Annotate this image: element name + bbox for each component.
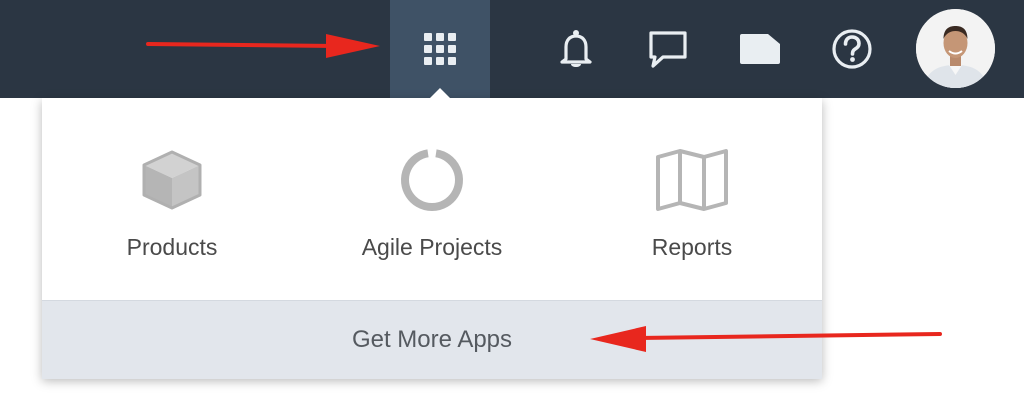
user-avatar[interactable] — [916, 9, 995, 88]
app-tile-products[interactable]: Products — [42, 98, 302, 298]
app-label-reports: Reports — [651, 234, 733, 260]
chat-bubble-icon — [649, 31, 687, 68]
help-button[interactable] — [822, 0, 882, 98]
annotation-arrow-right — [146, 34, 380, 58]
folder-button[interactable] — [730, 0, 790, 98]
help-icon — [832, 29, 872, 69]
cube-icon — [142, 150, 202, 210]
annotation-arrow-left — [590, 326, 942, 352]
app-tile-agile-projects[interactable]: Agile Projects — [302, 98, 562, 298]
dropdown-caret — [428, 88, 452, 100]
apps-launcher-button[interactable] — [390, 0, 490, 98]
messages-button[interactable] — [638, 0, 698, 98]
notifications-button[interactable] — [546, 0, 606, 98]
map-icon — [656, 149, 728, 211]
bell-icon — [560, 30, 592, 67]
folder-icon — [740, 34, 780, 64]
grid-icon — [424, 33, 456, 65]
app-label-agile-projects: Agile Projects — [361, 234, 503, 260]
avatar-photo — [916, 9, 995, 88]
progress-ring-icon — [401, 149, 463, 211]
app-label-products: Products — [126, 234, 218, 260]
app-tile-reports[interactable]: Reports — [562, 98, 822, 298]
